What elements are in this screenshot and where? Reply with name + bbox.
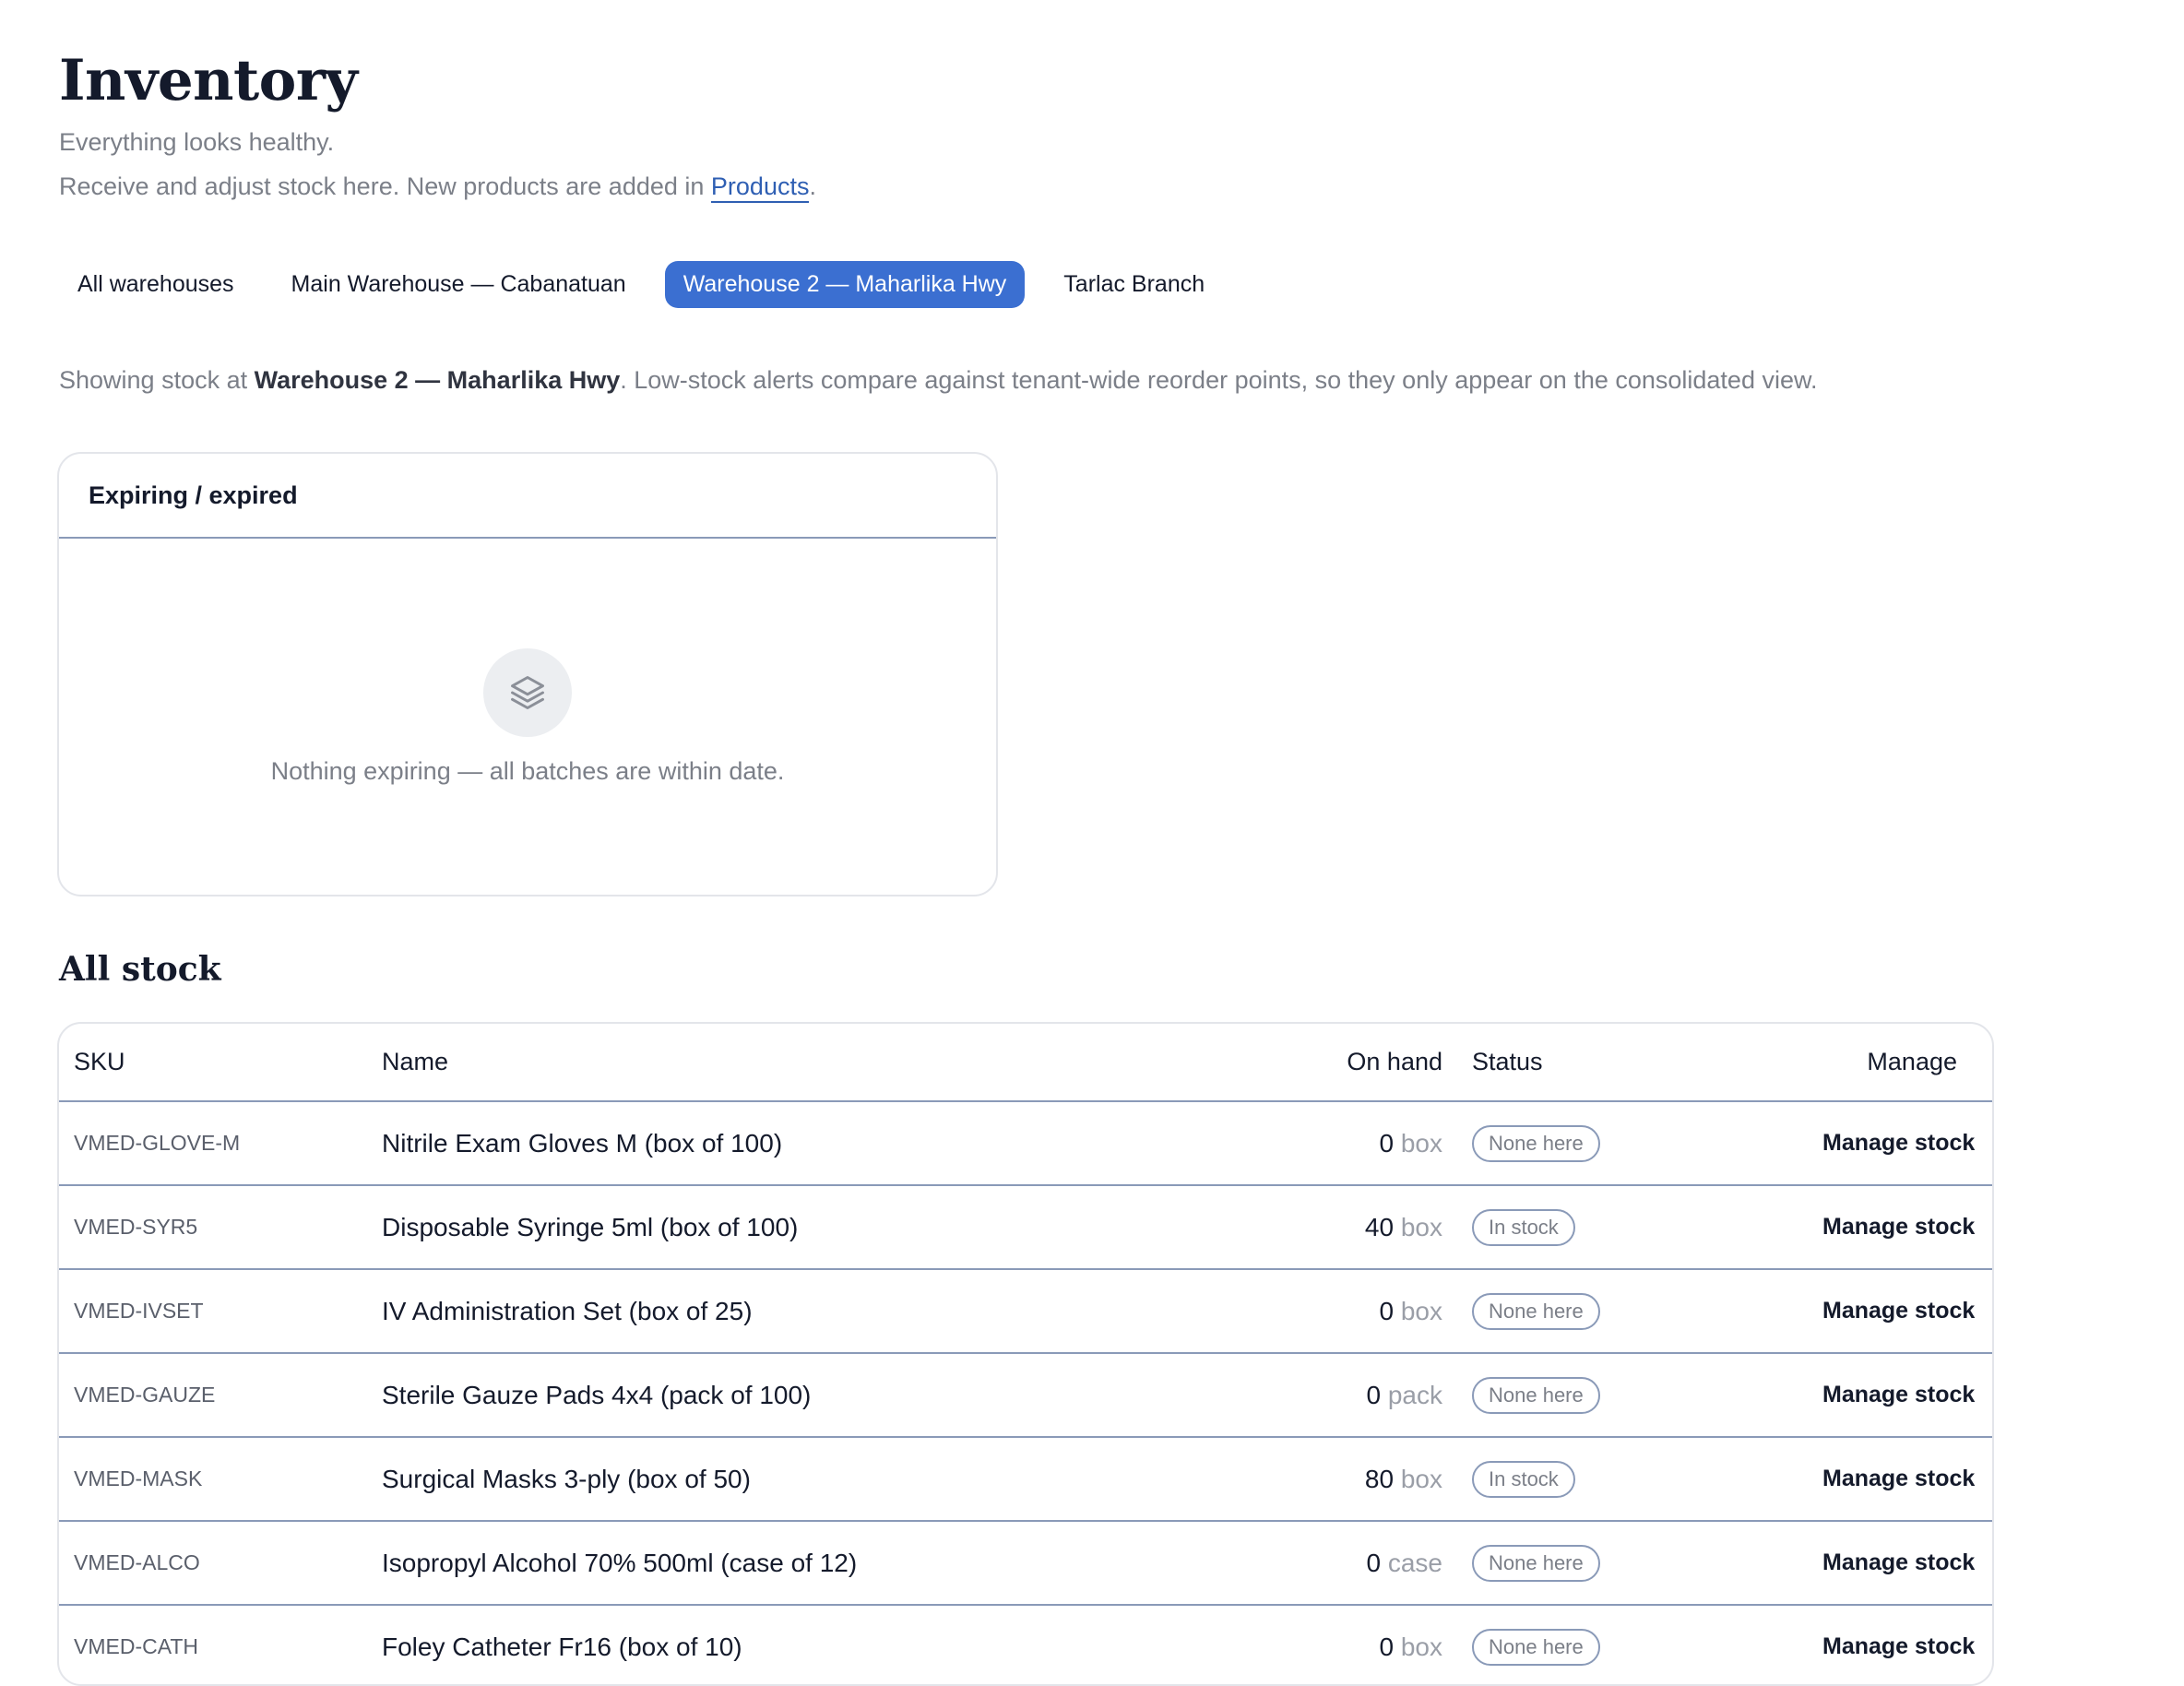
expiring-card-title: Expiring / expired <box>59 454 996 539</box>
tab-tarlac-branch[interactable]: Tarlac Branch <box>1045 261 1223 308</box>
scope-note: Showing stock at Warehouse 2 — Maharlika… <box>59 366 1818 395</box>
sku-cell: VMED-GLOVE-M <box>74 1131 241 1155</box>
on-hand-unit: box <box>1400 1128 1442 1158</box>
name-cell: Sterile Gauze Pads 4x4 (pack of 100) <box>382 1380 812 1409</box>
table-row: VMED-IVSET IV Administration Set (box of… <box>59 1269 1992 1353</box>
on-hand-qty: 0 <box>1366 1548 1382 1577</box>
name-cell: Isopropyl Alcohol 70% 500ml (case of 12) <box>382 1548 858 1577</box>
column-header-status: Status <box>1472 1024 1822 1102</box>
status-cell: In stock <box>1472 1185 1822 1269</box>
name-cell: Foley Catheter Fr16 (box of 10) <box>382 1632 742 1661</box>
status-badge: None here <box>1472 1544 1600 1582</box>
name-cell: Disposable Syringe 5ml (box of 100) <box>382 1212 799 1241</box>
table-header-row: SKU Name On hand Status Manage <box>59 1024 1992 1102</box>
table-row: VMED-MASK Surgical Masks 3-ply (box of 5… <box>59 1437 1992 1521</box>
expiring-empty-text: Nothing expiring — all batches are withi… <box>270 756 785 785</box>
name-cell: Nitrile Exam Gloves M (box of 100) <box>382 1128 783 1158</box>
sku-cell: VMED-GAUZE <box>74 1383 216 1407</box>
status-cell: None here <box>1472 1269 1822 1353</box>
status-cell: In stock <box>1472 1437 1822 1521</box>
manage-stock-button[interactable]: Manage stock <box>1822 1269 1992 1353</box>
table-row: VMED-CATH Foley Catheter Fr16 (box of 10… <box>59 1605 1992 1684</box>
status-cell: None here <box>1472 1353 1822 1437</box>
on-hand-cell: 0 box <box>1212 1269 1472 1353</box>
on-hand-qty: 40 <box>1364 1212 1395 1241</box>
status-cell: None here <box>1472 1521 1822 1605</box>
sku-cell: VMED-MASK <box>74 1466 203 1490</box>
on-hand-unit: box <box>1400 1296 1442 1325</box>
on-hand-qty: 80 <box>1364 1464 1395 1493</box>
sku-cell: VMED-CATH <box>74 1634 199 1658</box>
sku-cell: VMED-ALCO <box>74 1550 200 1574</box>
manage-stock-button[interactable]: Manage stock <box>1822 1437 1992 1521</box>
on-hand-qty: 0 <box>1379 1632 1395 1661</box>
hint-suffix: . <box>809 172 816 200</box>
on-hand-cell: 40 box <box>1212 1185 1472 1269</box>
page-title: Inventory <box>59 48 358 113</box>
manage-stock-button[interactable]: Manage stock <box>1822 1521 1992 1605</box>
expiring-empty-state: Nothing expiring — all batches are withi… <box>59 539 996 895</box>
on-hand-unit: pack <box>1387 1380 1442 1409</box>
column-header-sku: SKU <box>59 1024 382 1102</box>
manage-stock-button[interactable]: Manage stock <box>1822 1605 1992 1684</box>
on-hand-cell: 0 pack <box>1212 1353 1472 1437</box>
on-hand-unit: case <box>1387 1548 1442 1577</box>
status-cell: None here <box>1472 1101 1822 1185</box>
manage-stock-button[interactable]: Manage stock <box>1822 1185 1992 1269</box>
table-row: VMED-SYR5 Disposable Syringe 5ml (box of… <box>59 1185 1992 1269</box>
column-header-on-hand: On hand <box>1212 1024 1472 1102</box>
tab-warehouse-2-maharlika-hwy[interactable]: Warehouse 2 — Maharlika Hwy <box>664 261 1026 308</box>
table-row: VMED-ALCO Isopropyl Alcohol 70% 500ml (c… <box>59 1521 1992 1605</box>
on-hand-cell: 80 box <box>1212 1437 1472 1521</box>
scope-warehouse: Warehouse 2 — Maharlika Hwy <box>254 366 621 394</box>
name-cell: Surgical Masks 3-ply (box of 50) <box>382 1464 751 1493</box>
warehouse-tabs: All warehouses Main Warehouse — Cabanatu… <box>59 261 1223 308</box>
stock-table-container: SKU Name On hand Status Manage VMED-GLOV… <box>57 1022 1994 1686</box>
status-badge: None here <box>1472 1124 1600 1162</box>
table-row: VMED-GAUZE Sterile Gauze Pads 4x4 (pack … <box>59 1353 1992 1437</box>
scope-prefix: Showing stock at <box>59 366 255 394</box>
on-hand-unit: box <box>1400 1212 1442 1241</box>
tab-main-warehouse-cabanatuan[interactable]: Main Warehouse — Cabanatuan <box>273 261 645 308</box>
health-summary: Everything looks healthy. <box>59 128 335 156</box>
on-hand-qty: 0 <box>1379 1296 1395 1325</box>
scope-suffix: . Low-stock alerts compare against tenan… <box>620 366 1818 394</box>
tab-all-warehouses[interactable]: All warehouses <box>59 261 253 308</box>
on-hand-unit: box <box>1400 1632 1442 1661</box>
all-stock-title: All stock <box>59 950 221 989</box>
products-link[interactable]: Products <box>710 172 810 203</box>
manage-stock-button[interactable]: Manage stock <box>1822 1101 1992 1185</box>
name-cell: IV Administration Set (box of 25) <box>382 1296 753 1325</box>
stock-table: SKU Name On hand Status Manage VMED-GLOV… <box>59 1024 1992 1684</box>
sku-cell: VMED-IVSET <box>74 1299 204 1323</box>
expiring-card: Expiring / expired Nothing expiring — al… <box>57 452 998 896</box>
sku-cell: VMED-SYR5 <box>74 1215 198 1239</box>
column-header-manage: Manage <box>1822 1024 1992 1102</box>
on-hand-qty: 0 <box>1379 1128 1395 1158</box>
on-hand-cell: 0 case <box>1212 1521 1472 1605</box>
column-header-name: Name <box>382 1024 1212 1102</box>
on-hand-unit: box <box>1400 1464 1442 1493</box>
status-badge: None here <box>1472 1292 1600 1330</box>
status-badge: In stock <box>1472 1208 1575 1246</box>
layers-icon <box>483 647 572 737</box>
on-hand-cell: 0 box <box>1212 1605 1472 1684</box>
status-cell: None here <box>1472 1605 1822 1684</box>
manage-stock-button[interactable]: Manage stock <box>1822 1353 1992 1437</box>
page-hint: Receive and adjust stock here. New produ… <box>59 172 816 203</box>
on-hand-cell: 0 box <box>1212 1101 1472 1185</box>
status-badge: None here <box>1472 1376 1600 1414</box>
status-badge: In stock <box>1472 1460 1575 1498</box>
hint-prefix: Receive and adjust stock here. New produ… <box>59 172 711 200</box>
on-hand-qty: 0 <box>1366 1380 1382 1409</box>
table-row: VMED-GLOVE-M Nitrile Exam Gloves M (box … <box>59 1101 1992 1185</box>
